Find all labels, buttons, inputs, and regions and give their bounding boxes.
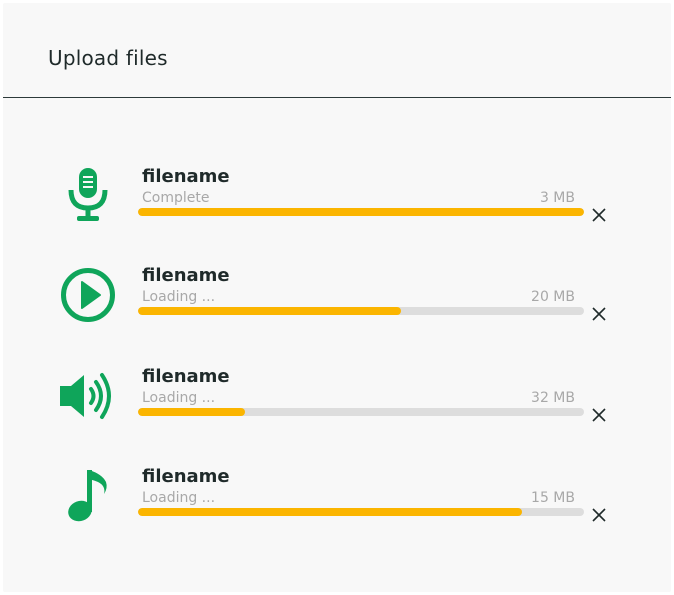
file-item: filename Loading ... 15 MB (3, 466, 671, 556)
file-status: Loading ... (142, 490, 216, 506)
file-size: 20 MB (531, 289, 575, 305)
file-item: filename Loading ... 20 MB (3, 265, 671, 355)
file-item: filename Complete 3 MB (3, 166, 671, 256)
file-size: 15 MB (531, 490, 575, 506)
file-size: 3 MB (539, 190, 575, 206)
file-name: filename (142, 265, 230, 286)
file-status: Complete (142, 190, 210, 206)
close-icon (592, 408, 606, 422)
progress-bar (138, 408, 584, 416)
progress-bar (138, 508, 584, 516)
file-name: filename (142, 166, 230, 187)
progress-fill (138, 307, 402, 315)
file-name: filename (142, 366, 230, 387)
remove-file-button[interactable] (592, 307, 606, 321)
close-icon (592, 208, 606, 222)
progress-fill (138, 208, 584, 216)
progress-bar (138, 307, 584, 315)
close-icon (592, 307, 606, 321)
file-status: Loading ... (142, 390, 216, 406)
remove-file-button[interactable] (592, 208, 606, 222)
close-icon (592, 508, 606, 522)
play-circle-icon (58, 265, 118, 325)
file-status: Loading ... (142, 289, 216, 305)
microphone-icon (58, 166, 118, 226)
progress-fill (138, 408, 246, 416)
progress-bar (138, 208, 584, 216)
panel-header: Upload files (3, 3, 671, 98)
remove-file-button[interactable] (592, 408, 606, 422)
music-note-icon (58, 466, 118, 526)
speaker-icon (58, 366, 118, 426)
file-name: filename (142, 466, 230, 487)
page-title: Upload files (48, 46, 168, 70)
file-item: filename Loading ... 32 MB (3, 366, 671, 456)
remove-file-button[interactable] (592, 508, 606, 522)
file-size: 32 MB (531, 390, 575, 406)
progress-fill (138, 508, 522, 516)
upload-panel: Upload files filename Complete 3 MB file… (3, 3, 671, 592)
